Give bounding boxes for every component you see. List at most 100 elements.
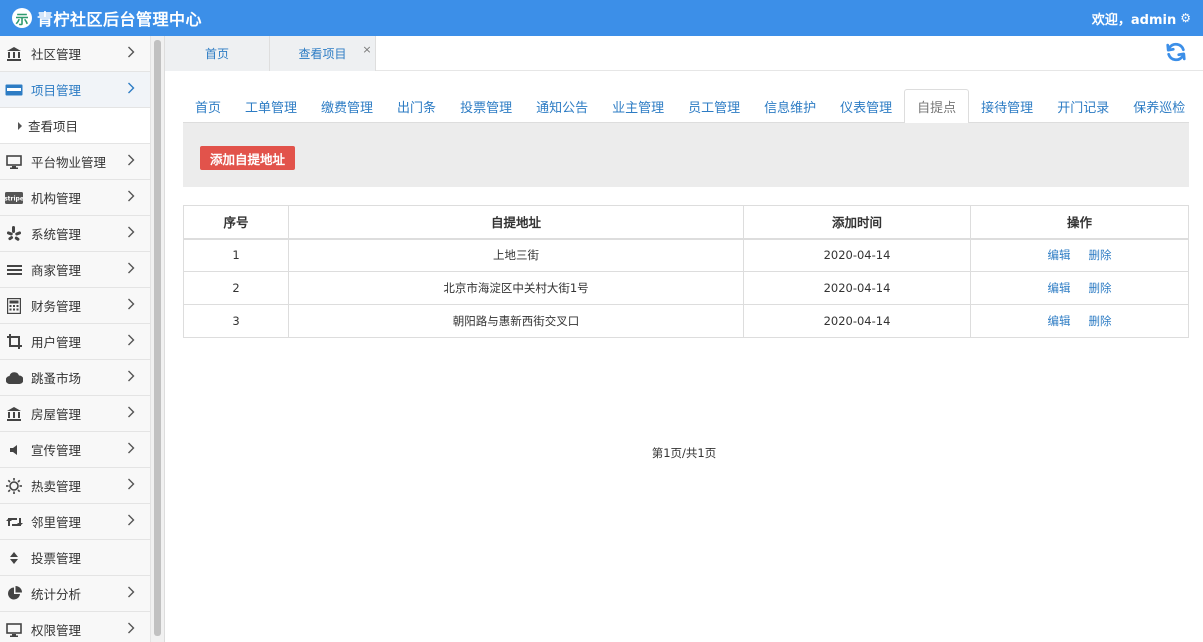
crop-icon — [5, 334, 23, 350]
nav-tab[interactable]: 通知公告 — [524, 89, 600, 123]
card-icon — [5, 82, 23, 98]
nav-tab[interactable]: 出门条 — [385, 89, 448, 123]
sidebar-item[interactable]: stripe 机构管理 — [0, 180, 150, 216]
page-tab-label: 查看项目 — [298, 47, 347, 61]
sidebar-item-label: 用户管理 — [31, 335, 82, 350]
nav-tab[interactable]: 信息维护 — [752, 89, 828, 123]
chevron-right-icon — [128, 406, 135, 418]
chevron-right-icon — [128, 190, 135, 202]
welcome-text: 欢迎，admin — [1091, 12, 1177, 28]
user-menu[interactable]: 欢迎，admin ⚙ — [1092, 9, 1203, 28]
chevron-right-icon — [128, 370, 135, 382]
sidebar-item[interactable]: 项目管理 — [0, 72, 150, 108]
nav-tab[interactable]: 仪表管理 — [828, 89, 904, 123]
table-row: 1 上地三街 2020-04-14 编辑 删除 — [183, 238, 1189, 272]
calculator-icon — [5, 297, 23, 314]
gear-icon[interactable]: ⚙ — [1180, 11, 1191, 25]
nav-tab[interactable]: 业主管理 — [600, 89, 676, 123]
edit-link[interactable]: 编辑 — [1048, 281, 1071, 295]
list-icon — [5, 262, 23, 278]
nav-tab[interactable]: 开门记录 — [1045, 89, 1121, 123]
cell-address: 上地三街 — [288, 238, 744, 272]
col-header-actions: 操作 — [970, 205, 1189, 240]
svg-text:stripe: stripe — [5, 195, 23, 202]
bank-icon — [5, 406, 23, 422]
main-content: 首页 工单管理 缴费管理 出门条 投票管理 通知公告 业主管理 员工管理 信息维护 仪表管理 自提点… — [165, 71, 1203, 642]
sidebar-item[interactable]: 系统管理 — [0, 216, 150, 252]
sidebar-subitem-label: 查看项目 — [28, 119, 79, 134]
nav-tab[interactable]: 工单管理 — [233, 89, 309, 123]
sidebar-item[interactable]: 宣传管理 — [0, 432, 150, 468]
page-tab-home[interactable]: 首页 — [165, 36, 270, 71]
scrollbar-thumb[interactable] — [154, 40, 161, 636]
chevron-right-icon — [128, 334, 135, 346]
sidebar-item[interactable]: 房屋管理 — [0, 396, 150, 432]
cell-no: 1 — [183, 238, 289, 272]
delete-link[interactable]: 删除 — [1089, 314, 1112, 328]
sidebar-item[interactable]: 商家管理 — [0, 252, 150, 288]
col-header-date: 添加时间 — [743, 205, 971, 240]
sidebar-item[interactable]: 投票管理 — [0, 540, 150, 576]
edit-link[interactable]: 编辑 — [1048, 248, 1071, 262]
sidebar-scrollbar[interactable] — [151, 36, 165, 642]
sidebar: 社区管理项目管理查看项目平台物业管理 stripe 机构管理系统管理商家管理 财务管理… — [0, 36, 151, 642]
cell-date: 2020-04-14 — [743, 304, 971, 338]
brand[interactable]: 示 青柠社区后台管理中心 — [0, 6, 202, 30]
pickup-address-table: 序号 自提地址 添加时间 操作 1 上地三街 2020-04-14 编辑 删除 2 北京市海… — [183, 205, 1189, 338]
chevron-right-icon — [128, 478, 135, 490]
sidebar-item[interactable]: 统计分析 — [0, 576, 150, 612]
monitor-icon — [5, 154, 23, 170]
table-row: 3 朝阳路与惠新西街交叉口 2020-04-14 编辑 删除 — [183, 304, 1189, 338]
delete-link[interactable]: 删除 — [1089, 281, 1112, 295]
nav-tab[interactable]: 投票管理 — [448, 89, 524, 123]
sidebar-item-label: 统计分析 — [31, 587, 82, 602]
bank-icon — [5, 46, 23, 62]
sidebar-item[interactable]: 邻里管理 — [0, 504, 150, 540]
nav-tab[interactable]: 员工管理 — [676, 89, 752, 123]
cell-actions: 编辑 删除 — [970, 304, 1189, 338]
cell-no: 3 — [183, 304, 289, 338]
nav-tab[interactable]: 接待管理 — [969, 89, 1045, 123]
sidebar-item-label: 项目管理 — [31, 83, 82, 98]
sidebar-item[interactable]: 权限管理 — [0, 612, 150, 642]
sidebar-item-label: 宣传管理 — [31, 443, 82, 458]
stripe-icon: stripe — [5, 190, 23, 206]
sidebar-item[interactable]: 财务管理 — [0, 288, 150, 324]
cell-date: 2020-04-14 — [743, 271, 971, 305]
pie-chart-icon — [5, 586, 23, 602]
add-pickup-address-button[interactable]: 添加自提地址 — [200, 146, 296, 170]
sidebar-subitem-view-project[interactable]: 查看项目 — [0, 108, 150, 144]
logo-icon: 示 — [12, 8, 32, 28]
cell-date: 2020-04-14 — [743, 238, 971, 272]
cell-actions: 编辑 删除 — [970, 238, 1189, 272]
sidebar-item[interactable]: 跳蚤市场 — [0, 360, 150, 396]
nav-tab[interactable]: 缴费管理 — [309, 89, 385, 123]
toolbar: 添加自提地址 — [183, 123, 1189, 187]
page-tab-strip: 首页 查看项目 × — [165, 36, 1203, 71]
nav-tab[interactable]: 首页 — [183, 89, 233, 123]
sort-icon — [5, 550, 23, 566]
retweet-icon — [5, 514, 23, 530]
chevron-right-icon — [128, 262, 135, 274]
sidebar-item[interactable]: 平台物业管理 — [0, 144, 150, 180]
sidebar-item-label: 系统管理 — [31, 227, 82, 242]
monitor-icon — [5, 622, 23, 638]
sidebar-item-label: 房屋管理 — [31, 407, 82, 422]
nav-tab[interactable]: 自提点 — [904, 89, 970, 124]
delete-link[interactable]: 删除 — [1089, 248, 1112, 262]
chevron-right-icon — [128, 82, 135, 94]
close-icon[interactable]: × — [359, 40, 375, 58]
sidebar-item[interactable]: 社区管理 — [0, 36, 150, 72]
sidebar-item[interactable]: 用户管理 — [0, 324, 150, 360]
sidebar-item[interactable]: 热卖管理 — [0, 468, 150, 504]
sidebar-item-label: 机构管理 — [31, 191, 82, 206]
sidebar-item-label: 投票管理 — [31, 551, 82, 566]
sun-icon — [5, 477, 23, 494]
table-header-row: 序号 自提地址 添加时间 操作 — [183, 205, 1189, 240]
sidebar-item-label: 热卖管理 — [31, 479, 82, 494]
edit-link[interactable]: 编辑 — [1048, 314, 1071, 328]
cell-actions: 编辑 删除 — [970, 271, 1189, 305]
nav-tab[interactable]: 保养巡检 — [1121, 89, 1197, 123]
cell-address: 北京市海淀区中关村大街1号 — [288, 271, 744, 305]
refresh-icon[interactable] — [1165, 41, 1187, 63]
